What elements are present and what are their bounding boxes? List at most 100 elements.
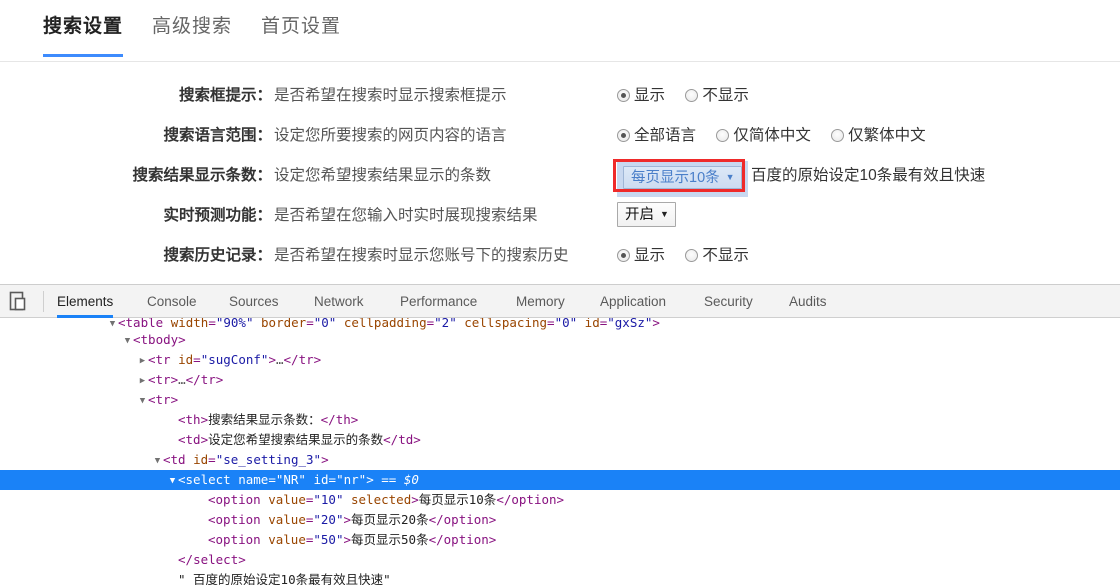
disclosure-collapsed-icon[interactable]: ▶ [137,351,148,371]
tab-search-settings[interactable]: 搜索设置 [43,11,124,57]
dom-token-tagname: td [398,432,414,447]
dom-token-attrval: "se_setting_3" [215,452,322,467]
dom-token-punct: = [193,352,201,367]
setting-description: 是否希望在搜索时显示搜索框提示 [274,87,507,104]
dom-line[interactable]: " 百度的原始设定10条最有效且快速" [0,570,1120,585]
dom-token-punct: < [178,432,186,447]
tab-advanced-search[interactable]: 高级搜索 [152,11,232,54]
radio-dot-icon[interactable] [685,89,699,102]
dom-token-tagname: tr [155,372,171,387]
dom-token-attrname: value [260,512,306,527]
radio-dot-icon[interactable] [716,129,730,142]
setting-description: 是否希望在您输入时实时展现搜索结果 [274,207,538,224]
devtools-tab-application[interactable]: Application [600,285,666,318]
radio-dot-icon[interactable] [617,89,630,102]
radio-dot-icon[interactable] [617,129,630,142]
radio-dot-icon[interactable] [831,129,845,142]
radio-dot-icon[interactable] [617,249,630,262]
radio-option-simplified-chinese[interactable]: 仅简体中文 [716,121,821,151]
dom-token-attrval: "90%" [215,318,254,330]
results-per-page-select[interactable]: 每页显示10条 ▼ [623,166,742,189]
toolbar-divider [43,291,44,312]
dom-token-punct: > [343,512,352,527]
select-value: 每页显示10条 [631,170,720,186]
baidu-settings-page: 搜索设置 高级搜索 首页设置 搜索框提示： 是否希望在搜索时显示搜索框提示 显示… [0,0,1120,284]
radio-label[interactable]: 显示 [634,87,665,104]
dom-token-attrval: "2" [434,318,457,330]
dom-line[interactable]: <option value="50">每页显示50条</option> [0,530,1120,550]
radio-label[interactable]: 仅简体中文 [733,127,811,144]
dom-token-attrname: id [185,452,209,467]
dom-token-punct: < [178,472,186,487]
device-toolbar-icon[interactable] [9,291,31,312]
radio-label[interactable]: 仅繁体中文 [848,127,926,144]
dom-token-attrval: "gxSz" [607,318,653,330]
dom-token-attrname: name [230,472,269,487]
dom-line[interactable]: <option value="10" selected>每页显示10条</opt… [0,490,1120,510]
devtools-tab-memory[interactable]: Memory [516,285,565,318]
setting-label: 实时预测功能： [163,207,272,224]
dom-line[interactable]: </select> [0,550,1120,570]
dom-tree-view[interactable]: ▼ <table width="90%" border="0" cellpaddi… [0,318,1120,585]
radio-label[interactable]: 不显示 [702,247,749,264]
dom-token-tagname: th [335,412,351,427]
radio-option-show[interactable]: 显示 [617,241,675,271]
devtools-panel: Elements Console Sources Network Performance… [0,284,1120,585]
dom-token-punct: < [148,392,156,407]
dom-line-selected[interactable]: ▼ <select name="NR" id="nr"> == $0 [0,470,1120,490]
disclosure-expanded-icon[interactable]: ▼ [107,319,118,329]
setting-row-search-suggestion: 搜索框提示： 是否希望在搜索时显示搜索框提示 显示 不显示 [0,81,1120,121]
disclosure-expanded-icon[interactable]: ▼ [167,471,178,491]
devtools-toolbar: Elements Console Sources Network Performance… [0,285,1120,318]
devtools-tab-console[interactable]: Console [147,285,197,318]
disclosure-expanded-icon[interactable]: ▼ [152,451,163,471]
setting-control: 全部语言 仅简体中文 仅繁体中文 [617,121,942,151]
radio-dot-icon[interactable] [685,249,699,262]
radio-label[interactable]: 显示 [634,247,665,264]
dom-line[interactable]: ▼ <tr> [0,390,1120,410]
tab-homepage-settings[interactable]: 首页设置 [261,11,341,54]
dom-token-attrname: id [170,352,194,367]
devtools-tab-elements[interactable]: Elements [57,285,114,318]
dom-token-punct: = [328,472,337,487]
dom-line[interactable]: <td>设定您希望搜索结果显示的条数</td> [0,430,1120,450]
dom-line[interactable]: ▼ <td id="se_setting_3"> [0,450,1120,470]
devtools-tab-network[interactable]: Network [314,285,364,318]
dom-line[interactable]: <option value="20">每页显示20条</option> [0,510,1120,530]
dom-token-attrval: "10" [313,492,344,507]
devtools-tab-audits[interactable]: Audits [789,285,827,318]
dom-line[interactable]: ▶ <tr id="sugConf">…</tr> [0,350,1120,370]
dom-token-attrname: border [253,318,307,330]
radio-option-all-languages[interactable]: 全部语言 [617,121,706,151]
dom-token-tagname: tr [200,372,216,387]
dom-token-punct: </ [383,432,399,447]
radio-option-hide[interactable]: 不显示 [685,241,759,271]
radio-option-show[interactable]: 显示 [617,81,675,111]
radio-label[interactable]: 不显示 [702,87,749,104]
dom-token-punct: = [547,318,555,330]
dom-line[interactable]: <th>搜索结果显示条数：</th> [0,410,1120,430]
dom-token-attrval: "0" [313,318,337,330]
disclosure-expanded-icon[interactable]: ▼ [137,391,148,411]
dom-token-attrval: "0" [554,318,578,330]
disclosure-expanded-icon[interactable]: ▼ [122,331,133,351]
dom-token-ellip: … [178,372,186,387]
dom-line[interactable]: ▼ <table width="90%" border="0" cellpaddi… [0,318,1120,330]
dom-token-punct: < [148,372,156,387]
dom-token-punct: = [208,318,216,330]
dom-token-tagname: option [215,532,261,547]
radio-option-hide[interactable]: 不显示 [685,81,759,111]
devtools-tab-performance[interactable]: Performance [400,285,477,318]
radio-label[interactable]: 全部语言 [634,127,696,144]
dom-token-punct: > [652,318,660,330]
disclosure-collapsed-icon[interactable]: ▶ [137,371,148,391]
dom-token-punct: > [268,352,276,367]
dom-token-punct: </ [428,512,444,527]
devtools-tab-security[interactable]: Security [704,285,753,318]
dom-line[interactable]: ▶ <tr>…</tr> [0,370,1120,390]
devtools-tab-sources[interactable]: Sources [229,285,279,318]
radio-option-traditional-chinese[interactable]: 仅繁体中文 [831,121,936,151]
instant-predict-select[interactable]: 开启 ▼ [617,202,676,227]
dom-line[interactable]: ▼ <tbody> [0,330,1120,350]
dom-token-tagname: select [185,472,231,487]
